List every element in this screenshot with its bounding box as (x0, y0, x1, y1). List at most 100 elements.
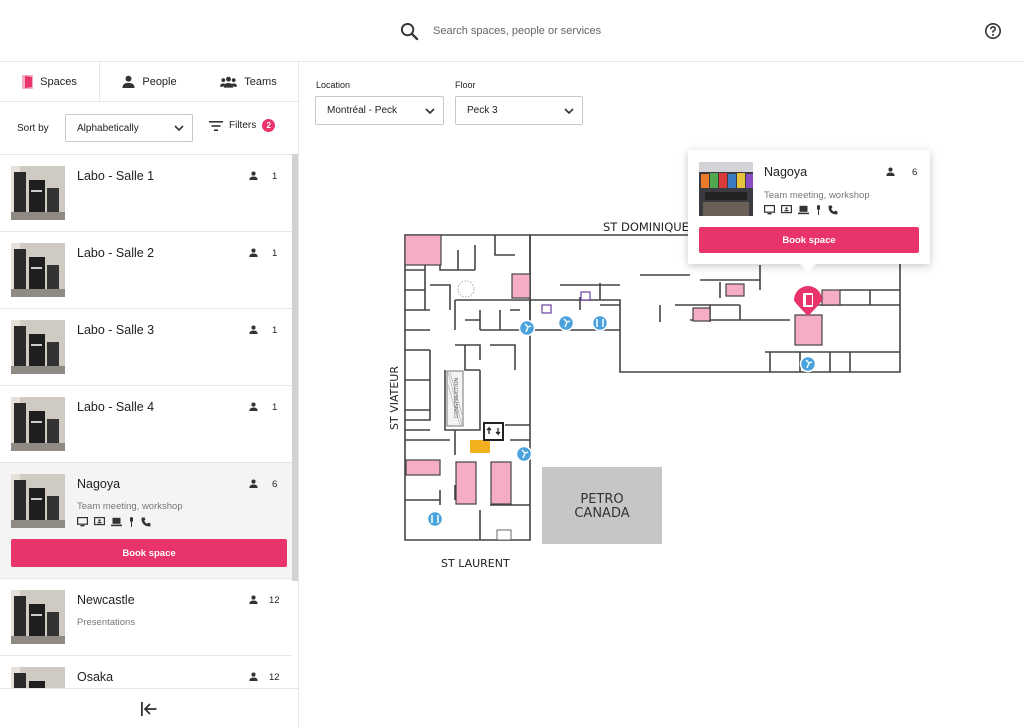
amenity-icons (77, 517, 151, 527)
tab-label: People (142, 75, 177, 88)
popup-space-name: Nagoya (764, 165, 808, 179)
chevron-down-icon (174, 125, 184, 131)
space-name: Labo - Salle 2 (77, 246, 155, 260)
laptop-icon (111, 517, 122, 527)
space-description: Team meeting, workshop (77, 501, 183, 512)
tab-teams[interactable]: Teams (199, 62, 298, 101)
space-name: Osaka (77, 670, 114, 684)
microphone-icon (817, 205, 820, 215)
space-name: Labo - Salle 4 (77, 400, 155, 414)
space-list[interactable]: Labo - Salle 1 1 Labo - Salle 2 1 Labo -… (0, 154, 298, 688)
left-panel: Spaces People Teams Sort by Alphabetical… (0, 62, 299, 728)
person-icon (249, 595, 258, 604)
monitor-icon (77, 517, 88, 527)
list-item[interactable]: Labo - Salle 1 1 (0, 155, 292, 232)
door-icon (22, 74, 34, 89)
street-label-bottom: ST LAURENT (441, 557, 510, 570)
printer-icon (541, 304, 552, 314)
space-name: Labo - Salle 3 (77, 323, 155, 337)
space-name: Newcastle (77, 593, 135, 607)
popup-book-space-button[interactable]: Book space (699, 227, 919, 253)
list-item[interactable]: Newcastle 12 Presentations (0, 579, 292, 656)
tab-bar: Spaces People Teams (0, 62, 298, 102)
space-popup[interactable]: Nagoya 6 Team meeting, workshop Book spa… (688, 150, 930, 272)
help-icon[interactable] (984, 22, 1002, 40)
group-icon (220, 76, 238, 88)
person-icon (249, 248, 258, 257)
space-photo (699, 162, 753, 216)
accessibility-icon (557, 314, 575, 332)
sort-value: Alphabetically (77, 122, 139, 134)
sort-dropdown[interactable]: Alphabetically (65, 114, 193, 142)
accessibility-icon (799, 355, 817, 373)
microphone-icon (130, 517, 133, 527)
presentation-screen-icon (94, 517, 105, 526)
search-icon (400, 22, 419, 40)
phone-icon (141, 517, 151, 527)
person-icon (122, 75, 135, 88)
restroom-icon (591, 314, 609, 332)
person-icon (249, 402, 258, 411)
popup-caret (800, 264, 816, 272)
list-item-selected[interactable]: Nagoya 6 Team meeting, workshop Book spa… (0, 463, 292, 579)
capacity-count: 1 (272, 171, 278, 182)
person-icon (249, 325, 258, 334)
monitor-icon (764, 205, 775, 215)
person-icon (249, 479, 258, 488)
person-icon (249, 171, 258, 180)
space-thumbnail (11, 243, 65, 297)
list-item[interactable]: Labo - Salle 2 1 (0, 232, 292, 309)
building-label: PETRO CANADA (574, 492, 629, 521)
capacity-count: 1 (272, 248, 278, 259)
tab-people[interactable]: People (100, 62, 199, 101)
person-icon (886, 167, 895, 176)
printer-icon (580, 291, 591, 301)
tab-label: Spaces (40, 75, 77, 88)
filters-button[interactable]: Filters 2 (209, 119, 276, 132)
popup-description: Team meeting, workshop (764, 190, 870, 201)
list-scrollbar[interactable] (292, 154, 298, 581)
tab-label: Teams (244, 75, 277, 88)
street-label-top: ST DOMINIQUE (603, 220, 689, 234)
list-item[interactable]: Osaka 12 (0, 656, 292, 688)
filter-count-badge: 2 (262, 119, 276, 132)
book-space-button[interactable]: Book space (11, 539, 287, 567)
map-pin-icon (794, 286, 822, 316)
capacity-count: 12 (269, 672, 280, 683)
person-icon (249, 672, 258, 681)
space-thumbnail (11, 320, 65, 374)
collapse-panel-button[interactable] (0, 688, 298, 728)
capacity-count: 12 (269, 595, 280, 606)
popup-capacity: 6 (912, 167, 918, 178)
search-input[interactable]: Search spaces, people or services (433, 25, 601, 37)
tab-spaces[interactable]: Spaces (0, 62, 100, 101)
sort-label: Sort by (17, 123, 49, 134)
collapse-left-icon (141, 701, 157, 716)
capacity-count: 6 (272, 479, 278, 490)
restroom-icon (426, 510, 444, 528)
filters-label: Filters (229, 120, 257, 131)
amenity-icons (764, 205, 838, 215)
search-bar[interactable]: Search spaces, people or services (400, 20, 601, 42)
space-thumbnail (11, 397, 65, 451)
space-thumbnail (11, 667, 65, 688)
accessibility-icon (518, 319, 536, 337)
phone-icon (828, 205, 838, 215)
space-name: Nagoya (77, 477, 121, 491)
sort-row: Sort by Alphabetically Filters 2 (0, 102, 298, 154)
top-bar: Search spaces, people or services (0, 0, 1024, 62)
presentation-screen-icon (781, 205, 792, 214)
filter-icon (209, 120, 223, 131)
construction-label: CONSTRUCTION (454, 377, 460, 418)
laptop-icon (798, 205, 809, 215)
space-description: Presentations (77, 617, 136, 628)
space-thumbnail (11, 166, 65, 220)
space-thumbnail (11, 474, 65, 528)
capacity-count: 1 (272, 325, 278, 336)
list-item[interactable]: Labo - Salle 4 1 (0, 386, 292, 463)
street-label-left: ST VIATEUR (388, 366, 401, 430)
space-thumbnail (11, 590, 65, 644)
capacity-count: 1 (272, 402, 278, 413)
list-item[interactable]: Labo - Salle 3 1 (0, 309, 292, 386)
accessibility-icon (515, 445, 533, 463)
